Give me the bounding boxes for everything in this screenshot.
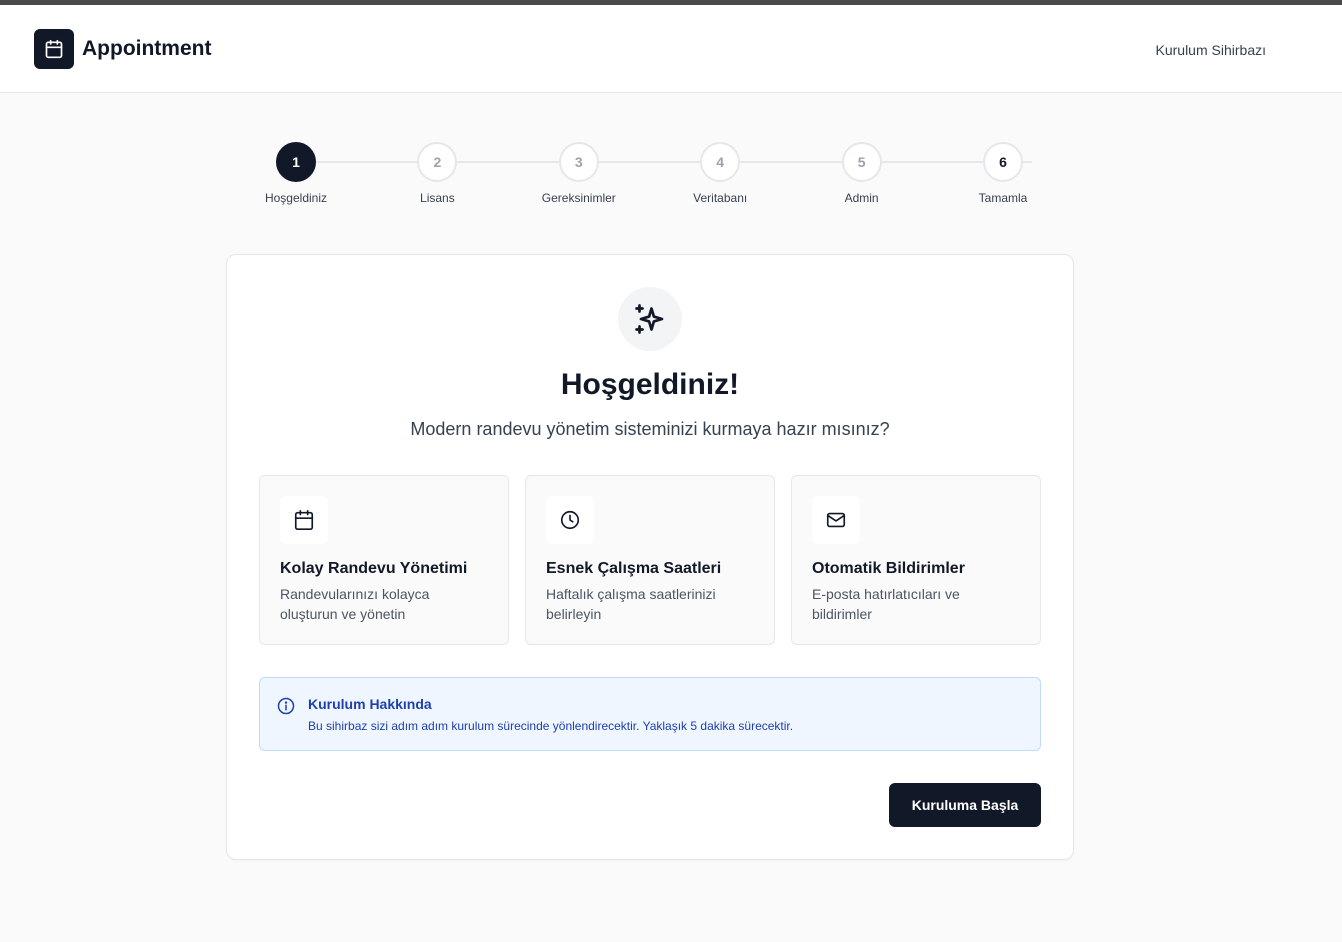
info-icon xyxy=(277,697,295,715)
feature-icon-box xyxy=(812,496,860,544)
feature-description: E-posta hatırlatıcıları ve bildirimler xyxy=(812,586,960,622)
app-header: Appointment Kurulum Sihirbazı xyxy=(0,5,1342,93)
step-number: 3 xyxy=(558,142,599,182)
calendar-icon xyxy=(45,39,63,59)
step-number: 6 xyxy=(983,142,1023,182)
step-database: 4 Veritabanı xyxy=(660,142,780,206)
step-number: 2 xyxy=(417,142,458,182)
step-number: 5 xyxy=(841,142,882,182)
step-label: Hoşgeldiniz xyxy=(264,191,328,205)
step-requirements: 3 Gereksinimler xyxy=(519,142,639,206)
step-label: Veritabanı xyxy=(693,191,748,205)
start-setup-button[interactable]: Kuruluma Başla xyxy=(889,783,1041,827)
step-label: Tamamla xyxy=(978,191,1028,205)
sparkles-icon xyxy=(635,304,664,334)
clock-icon xyxy=(560,510,580,530)
step-welcome: 1 Hoşgeldiniz xyxy=(236,142,356,206)
feature-card-notifications: Otomatik Bildirimler E-posta hatırlatıcı… xyxy=(791,475,1041,645)
setup-info-box: Kurulum Hakkında Bu sihirbaz sizi adım a… xyxy=(259,677,1041,751)
setup-stepper: 1 Hoşgeldiniz 2 Lisans 3 Gereksinimler 4… xyxy=(226,142,1074,212)
step-complete: 6 Tamamla xyxy=(943,142,1063,206)
step-number: 4 xyxy=(700,142,741,182)
step-number: 1 xyxy=(276,142,316,182)
app-logo[interactable] xyxy=(34,29,74,69)
feature-title: Otomatik Bildirimler xyxy=(812,560,965,577)
feature-card-appointments: Kolay Randevu Yönetimi Randevularınızı k… xyxy=(259,475,509,645)
step-license: 2 Lisans xyxy=(377,142,497,206)
feature-icon-box xyxy=(280,496,328,544)
step-label: Lisans xyxy=(420,191,455,205)
setup-wizard-label: Kurulum Sihirbazı xyxy=(1155,42,1267,58)
welcome-card: Hoşgeldiniz! Modern randevu yönetim sist… xyxy=(226,254,1074,860)
info-text: Bu sihirbaz sizi adım adım kurulum sürec… xyxy=(308,719,794,733)
feature-title: Esnek Çalışma Saatleri xyxy=(546,560,722,577)
welcome-title: Hoşgeldiniz! xyxy=(560,368,740,401)
feature-description: Haftalık çalışma saatlerinizi belirleyin xyxy=(546,586,716,622)
step-label: Admin xyxy=(844,191,879,205)
feature-icon-box xyxy=(546,496,594,544)
step-label: Gereksinimler xyxy=(541,191,616,205)
mail-icon xyxy=(826,512,846,528)
calendar-icon xyxy=(294,510,314,530)
hero-icon-container xyxy=(618,287,682,351)
app-title: Appointment xyxy=(82,37,212,60)
welcome-subtitle: Modern randevu yönetim sisteminizi kurma… xyxy=(410,419,890,439)
info-title: Kurulum Hakkında xyxy=(308,696,432,712)
step-admin: 5 Admin xyxy=(802,142,922,206)
feature-title: Kolay Randevu Yönetimi xyxy=(280,560,468,577)
feature-description: Randevularınızı kolayca oluşturun ve yön… xyxy=(280,586,430,622)
feature-card-working-hours: Esnek Çalışma Saatleri Haftalık çalışma … xyxy=(525,475,775,645)
